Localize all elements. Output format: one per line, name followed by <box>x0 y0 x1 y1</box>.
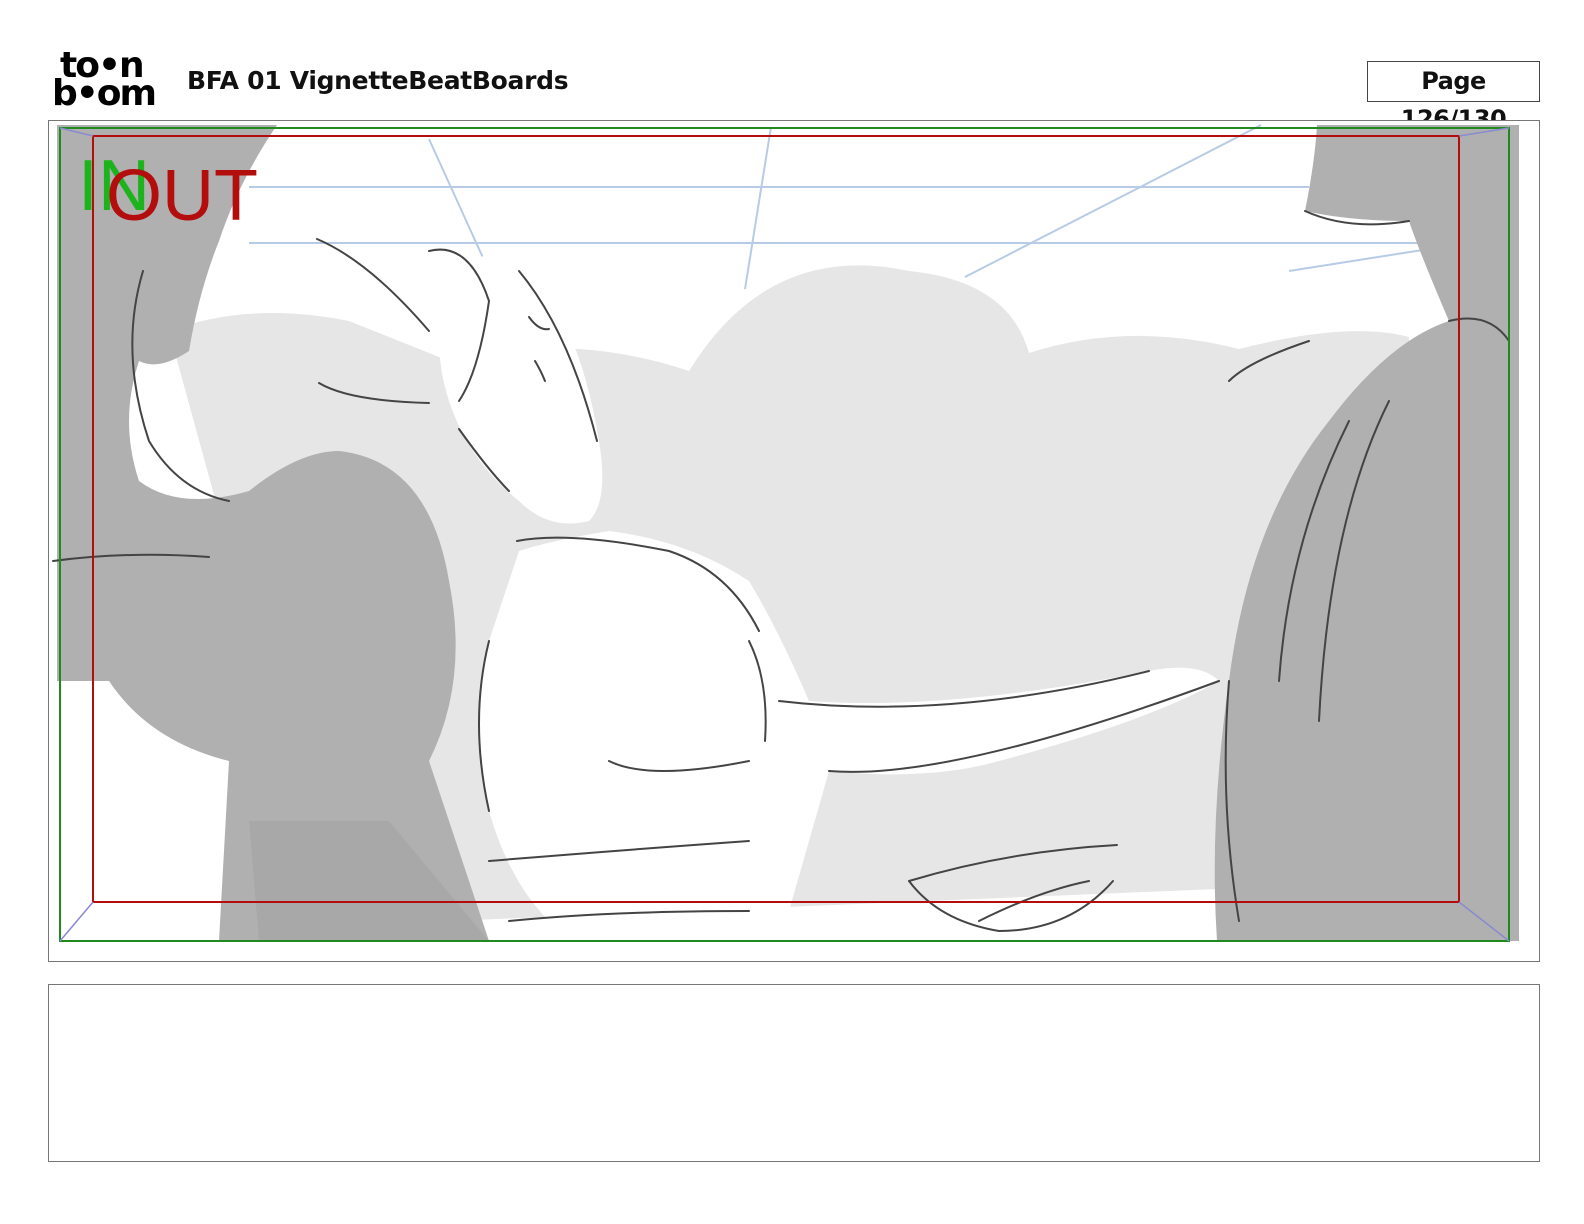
page-number-badge: Page 126/130 <box>1367 61 1540 133</box>
logo-line-2: b•om <box>52 73 157 114</box>
out-label: OUT <box>106 156 258 236</box>
document-title: BFA 01 VignetteBeatBoards <box>187 66 569 95</box>
toon-boom-logo: to•n b•om <box>52 48 164 114</box>
panel-drawing <box>49 121 1538 960</box>
panel-notes-box[interactable] <box>48 984 1540 1162</box>
page-header: to•n b•om BFA 01 VignetteBeatBoards Page… <box>0 0 1584 133</box>
storyboard-panel <box>48 120 1540 962</box>
